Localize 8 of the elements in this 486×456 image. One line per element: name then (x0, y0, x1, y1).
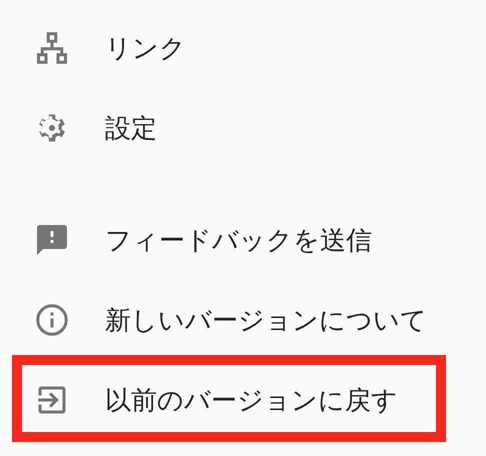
menu-item[interactable]: フィードバックを送信 (0, 200, 486, 280)
menu-item[interactable]: リンク (0, 8, 486, 88)
network-icon (34, 30, 70, 66)
menu-item[interactable]: 以前のバージョンに戻す (0, 360, 486, 440)
menu-item[interactable]: 新しいバージョンについて (0, 280, 486, 360)
feedback-icon (34, 222, 70, 258)
info-icon (34, 302, 70, 338)
menu-item[interactable]: 設定 (0, 88, 486, 168)
